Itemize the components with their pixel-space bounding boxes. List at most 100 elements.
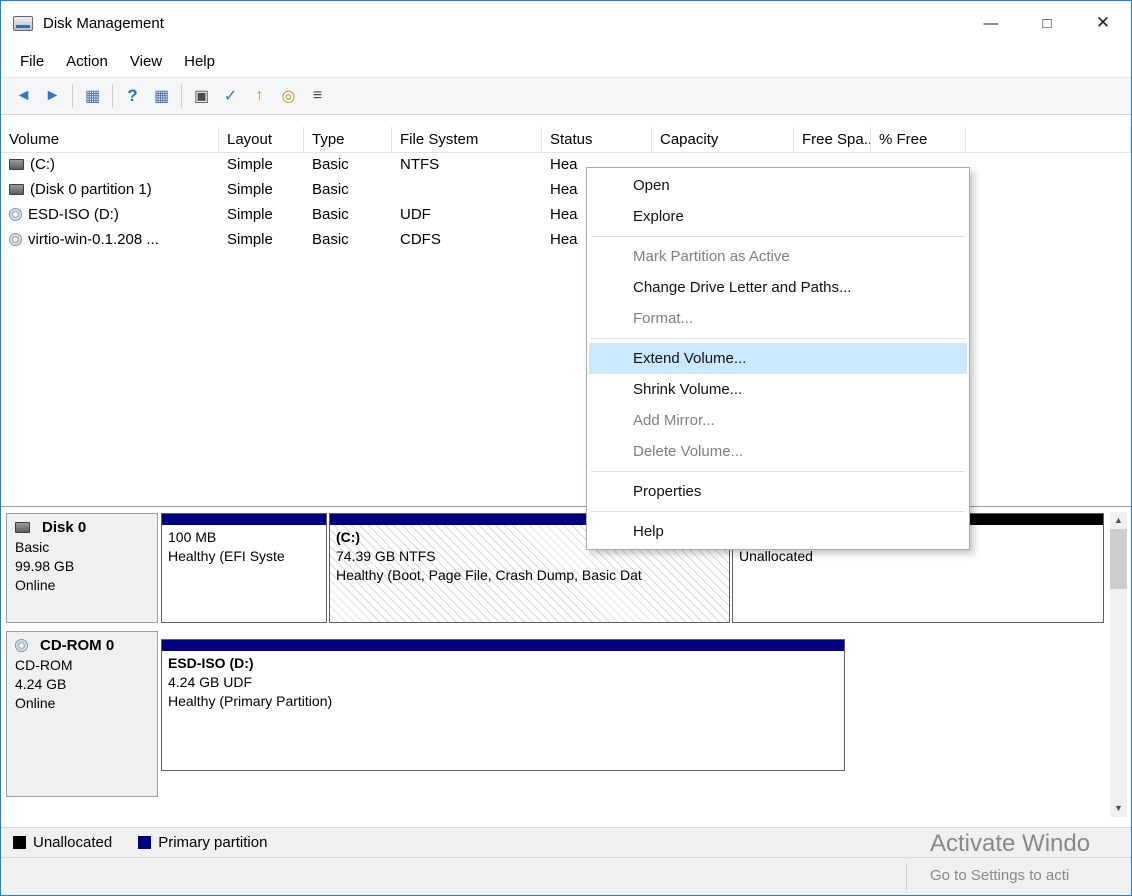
volume-cell: (C:) (1, 153, 219, 178)
close-button[interactable]: ✕ (1075, 1, 1131, 45)
disk-icon (15, 522, 30, 533)
menu-separator (591, 236, 965, 237)
legend-label: Unallocated (33, 834, 112, 851)
layout-cell: Simple (219, 153, 304, 178)
menu-item-help[interactable]: Help (589, 516, 967, 547)
menu-item-explore[interactable]: Explore (589, 201, 967, 232)
partition-label: ESD-ISO (D:) (168, 654, 838, 673)
file-system-cell: NTFS (392, 153, 542, 178)
up-level-icon[interactable]: ↑ (245, 83, 274, 110)
toolbar-separator (72, 84, 73, 108)
menu-separator (591, 511, 965, 512)
app-icon (13, 16, 33, 31)
layout-cell: Simple (219, 178, 304, 203)
cdrom0-header-panel[interactable]: CD-ROM 0 CD-ROM 4.24 GB Online (6, 631, 158, 797)
toolbar-separator (181, 84, 182, 108)
type-cell: Basic (304, 228, 392, 253)
cdrom-icon (15, 639, 28, 652)
find-folder-icon[interactable]: ◎ (274, 83, 303, 110)
file-system-cell: UDF (392, 203, 542, 228)
computer-icon[interactable]: ▣ (187, 83, 216, 110)
layout-cell: Simple (219, 228, 304, 253)
menu-help[interactable]: Help (173, 48, 226, 75)
maximize-button[interactable]: □ (1019, 1, 1075, 45)
layout-cell: Simple (219, 203, 304, 228)
disk-icon (9, 184, 24, 195)
scrollbar-thumb[interactable] (1110, 529, 1127, 589)
menu-item-format: Format... (589, 303, 967, 334)
column-header-status[interactable]: Status (542, 127, 652, 152)
disk-status: Online (15, 576, 149, 595)
show-console-tree-icon[interactable]: ▦ (78, 83, 107, 110)
cdrom-icon (9, 233, 22, 246)
type-cell: Basic (304, 203, 392, 228)
column-header-file-system[interactable]: File System (392, 127, 542, 152)
forward-icon[interactable]: ► (38, 83, 67, 110)
partition-color-bar (162, 640, 844, 651)
file-system-cell: CDFS (392, 228, 542, 253)
disk-type: CD-ROM (15, 656, 149, 675)
type-cell: Basic (304, 153, 392, 178)
column-header-capacity[interactable]: Capacity (652, 127, 794, 152)
volume-cell: (Disk 0 partition 1) (1, 178, 219, 203)
menu-separator (591, 338, 965, 339)
disk-size: 99.98 GB (15, 557, 149, 576)
disk-graphic-pane: Disk 0 Basic 99.98 GB Online 100 MB Heal… (1, 506, 1131, 827)
partition-size: 4.24 GB UDF (168, 673, 838, 692)
partition-color-bar (162, 514, 326, 525)
menu-item-open[interactable]: Open (589, 170, 967, 201)
type-cell: Basic (304, 178, 392, 203)
file-system-cell (392, 178, 542, 203)
disk0-header-panel[interactable]: Disk 0 Basic 99.98 GB Online (6, 513, 158, 623)
menu-item-extend-volume[interactable]: Extend Volume... (589, 343, 967, 374)
scroll-up-icon[interactable]: ▲ (1110, 512, 1127, 529)
status-bar-divider (906, 863, 907, 890)
partition-efi[interactable]: 100 MB Healthy (EFI Syste (161, 513, 327, 623)
menubar: File Action View Help (1, 45, 1131, 77)
volume-cell: ESD-ISO (D:) (1, 203, 219, 228)
disk-status: Online (15, 694, 149, 713)
column-header-volume[interactable]: Volume (1, 127, 219, 152)
legend-bar: Unallocated Primary partition (1, 827, 1131, 857)
window-controls: — □ ✕ (963, 1, 1131, 45)
show-action-pane-icon[interactable]: ▦ (147, 83, 176, 110)
disk-size: 4.24 GB (15, 675, 149, 694)
menu-action[interactable]: Action (55, 48, 119, 75)
partition-size: 100 MB (168, 528, 320, 547)
cdrom-icon (9, 208, 22, 221)
column-header-type[interactable]: Type (304, 127, 392, 152)
check-icon[interactable]: ✓ (216, 83, 245, 110)
unallocated-color-swatch (13, 836, 26, 849)
column-header-percent-free[interactable]: % Free (871, 127, 966, 152)
task-list-icon[interactable]: ≡ (303, 83, 332, 110)
disk-management-window: Disk Management — □ ✕ File Action View H… (0, 0, 1132, 896)
menu-item-change-drive-letter[interactable]: Change Drive Letter and Paths... (589, 272, 967, 303)
disk-name: CD-ROM 0 (40, 637, 114, 654)
disk-icon (9, 159, 24, 170)
primary-partition-color-swatch (138, 836, 151, 849)
titlebar[interactable]: Disk Management — □ ✕ (1, 1, 1131, 45)
menu-separator (591, 471, 965, 472)
menu-file[interactable]: File (9, 48, 55, 75)
minimize-button[interactable]: — (963, 1, 1019, 45)
volume-table-header: Volume Layout Type File System Status Ca… (1, 127, 1131, 153)
partition-esd-iso[interactable]: ESD-ISO (D:) 4.24 GB UDF Healthy (Primar… (161, 639, 845, 771)
menu-item-shrink-volume[interactable]: Shrink Volume... (589, 374, 967, 405)
volume-cell: virtio-win-0.1.208 ... (1, 228, 219, 253)
status-bar (1, 857, 1131, 895)
disk-type: Basic (15, 538, 149, 557)
menu-item-properties[interactable]: Properties (589, 476, 967, 507)
column-header-filler (966, 127, 1131, 152)
menu-view[interactable]: View (119, 48, 173, 75)
vertical-scrollbar[interactable]: ▲ ▼ (1110, 512, 1127, 817)
partition-status: Healthy (EFI Syste (168, 547, 320, 566)
toolbar: ◄ ► ▦ ? ▦ ▣ ✓ ↑ ◎ ≡ (1, 77, 1131, 115)
column-header-free-space[interactable]: Free Spa... (794, 127, 871, 152)
help-icon[interactable]: ? (118, 83, 147, 110)
scroll-down-icon[interactable]: ▼ (1110, 800, 1127, 817)
column-header-layout[interactable]: Layout (219, 127, 304, 152)
back-icon[interactable]: ◄ (9, 83, 38, 110)
partition-status: Healthy (Primary Partition) (168, 692, 838, 711)
legend-primary-partition: Primary partition (138, 834, 267, 851)
window-title: Disk Management (43, 15, 164, 32)
